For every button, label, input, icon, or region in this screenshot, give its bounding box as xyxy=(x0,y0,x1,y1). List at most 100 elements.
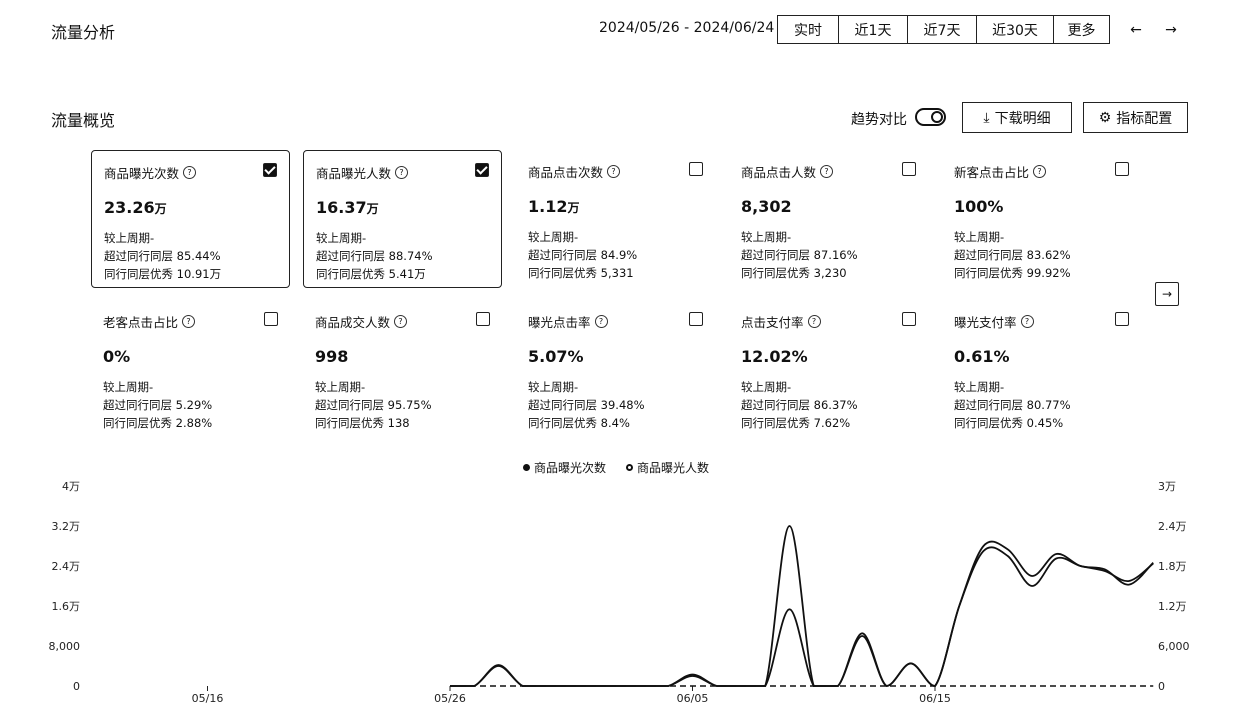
metric-checkbox[interactable] xyxy=(689,312,703,326)
x-tick-label: 05/26 xyxy=(434,692,466,704)
help-icon[interactable]: ? xyxy=(607,165,621,178)
metric-card[interactable]: 商品曝光人数? 16.37万 较上周期- 超过同行同层 88.74% 同行同层优秀 5.… xyxy=(303,150,502,288)
metric-checkbox[interactable] xyxy=(263,163,277,177)
metric-card[interactable]: 商品成交人数? 998 较上周期- 超过同行同层 95.75% 同行同层优秀 138 xyxy=(303,300,502,438)
metric-label-text: 商品成交人数 xyxy=(315,315,391,330)
metric-meta: 较上周期- 超过同行同层 95.75% 同行同层优秀 138 xyxy=(315,378,490,432)
metric-checkbox[interactable] xyxy=(264,312,278,326)
tab-1day[interactable]: 近1天 xyxy=(838,15,908,44)
metric-checkbox[interactable] xyxy=(476,312,490,326)
metric-label-text: 曝光支付率 xyxy=(954,315,1017,330)
prev-period-icon[interactable]: ← xyxy=(1124,18,1148,42)
metric-value-unit: 万 xyxy=(154,202,167,216)
metric-label: 商品曝光次数? xyxy=(104,163,277,182)
metric-card[interactable]: 新客点击占比? 100% 较上周期- 超过同行同层 83.62% 同行同层优秀 99.9… xyxy=(942,150,1141,288)
next-period-icon[interactable]: → xyxy=(1159,18,1183,42)
metric-config-button[interactable]: ⚙ 指标配置 xyxy=(1083,102,1188,133)
metric-label: 商品点击人数? xyxy=(741,162,916,181)
metric-meta: 较上周期- 超过同行同层 39.48% 同行同层优秀 8.4% xyxy=(528,378,703,432)
metric-checkbox[interactable] xyxy=(902,162,916,176)
x-tick-label: 06/15 xyxy=(919,692,951,704)
metric-peer-excellent: 同行同层优秀 2.88% xyxy=(103,416,213,430)
y-right-tick-label: 0 xyxy=(1158,680,1165,693)
help-icon[interactable]: ? xyxy=(394,315,408,328)
help-icon[interactable]: ? xyxy=(1020,315,1034,328)
y-right-tick-label: 1.8万 xyxy=(1158,560,1187,573)
y-left-tick-label: 4万 xyxy=(62,480,80,493)
metric-peer-excellent: 同行同层优秀 99.92% xyxy=(954,266,1071,280)
metric-value: 8,302 xyxy=(741,197,916,216)
metric-peer-excellent: 同行同层优秀 5.41万 xyxy=(316,267,426,281)
series-line xyxy=(449,525,1154,687)
metric-peer-rank: 超过同行同层 5.29% xyxy=(103,398,213,412)
help-icon[interactable]: ? xyxy=(183,166,197,179)
metric-value: 0.61% xyxy=(954,347,1129,366)
y-left-tick-label: 0 xyxy=(73,680,80,693)
metric-meta: 较上周期- 超过同行同层 80.77% 同行同层优秀 0.45% xyxy=(954,378,1129,432)
metric-value-number: 23.26 xyxy=(104,198,155,217)
metric-label: 曝光支付率? xyxy=(954,312,1129,331)
metric-label-text: 商品曝光人数 xyxy=(316,166,392,181)
metric-label: 老客点击占比? xyxy=(103,312,278,331)
download-label: 下载明细 xyxy=(994,110,1051,127)
metric-value-number: 12.02% xyxy=(741,347,808,366)
metric-value: 23.26万 xyxy=(104,198,277,217)
metric-card[interactable]: 商品点击人数? 8,302 较上周期- 超过同行同层 87.16% 同行同层优秀 3,2… xyxy=(729,150,928,288)
gear-icon: ⚙ xyxy=(1098,109,1112,126)
metric-checkbox[interactable] xyxy=(1115,312,1129,326)
metric-peer-excellent: 同行同层优秀 7.62% xyxy=(741,416,851,430)
date-range[interactable]: 2024/05/26 - 2024/06/24 xyxy=(599,20,774,36)
metric-value: 1.12万 xyxy=(528,197,703,216)
metric-checkbox[interactable] xyxy=(902,312,916,326)
metric-checkbox[interactable] xyxy=(689,162,703,176)
metric-card[interactable]: 商品点击次数? 1.12万较上周期- 超过同行同层 84.9% 同行同层优秀 5,33… xyxy=(516,150,715,288)
metric-checkbox[interactable] xyxy=(475,163,489,177)
help-icon[interactable]: ? xyxy=(1033,165,1047,178)
metric-value-number: 100% xyxy=(954,197,1004,216)
metric-meta: 较上周期- 超过同行同层 88.74% 同行同层优秀 5.41万 xyxy=(316,229,489,283)
metric-card[interactable]: 曝光支付率? 0.61% 较上周期- 超过同行同层 80.77% 同行同层优秀 0.45… xyxy=(942,300,1141,438)
metric-label-text: 老客点击占比 xyxy=(103,315,179,330)
metric-label: 商品成交人数? xyxy=(315,312,490,331)
metric-label: 新客点击占比? xyxy=(954,162,1129,181)
page-title: 流量分析 xyxy=(51,23,116,42)
metric-peer-rank: 超过同行同层 39.48% xyxy=(528,398,645,412)
tab-more[interactable]: 更多 xyxy=(1053,15,1110,44)
cards-next-icon[interactable]: → xyxy=(1155,282,1179,306)
metric-label: 商品点击次数? xyxy=(528,162,703,181)
metric-meta: 较上周期- 超过同行同层 87.16% 同行同层优秀 3,230 xyxy=(741,228,916,282)
help-icon[interactable]: ? xyxy=(395,166,409,179)
metric-peer-excellent: 同行同层优秀 8.4% xyxy=(528,416,630,430)
y-left-tick-label: 2.4万 xyxy=(52,560,81,573)
metric-card[interactable]: 老客点击占比? 0% 较上周期- 超过同行同层 5.29% 同行同层优秀 2.88% xyxy=(91,300,290,438)
metric-value-number: 5.07% xyxy=(528,347,584,366)
trend-compare-toggle[interactable] xyxy=(915,108,946,126)
trend-compare-label: 趋势对比 xyxy=(851,112,907,128)
help-icon[interactable]: ? xyxy=(807,315,821,328)
metric-card[interactable]: 点击支付率? 12.02% 较上周期- 超过同行同层 86.37% 同行同层优秀 7.6… xyxy=(729,300,928,438)
tab-30days[interactable]: 近30天 xyxy=(976,15,1054,44)
metric-meta: 较上周期- 超过同行同层 84.9% 同行同层优秀 5,331 xyxy=(528,228,703,282)
metric-checkbox[interactable] xyxy=(1115,162,1129,176)
metric-period-compare: 较上周期- xyxy=(528,230,579,244)
y-left-tick-label: 3.2万 xyxy=(52,520,81,533)
tab-realtime[interactable]: 实时 xyxy=(777,15,839,44)
metric-label-text: 新客点击占比 xyxy=(954,165,1030,180)
trend-chart: 0 8,000 1.6万 2.4万 3.2万 4万 0 6,000 1.2万 1.8万 2.4万 3万… xyxy=(49,480,1190,704)
metric-peer-rank: 超过同行同层 95.75% xyxy=(315,398,432,412)
help-icon[interactable]: ? xyxy=(820,165,834,178)
metric-value-number: 16.37 xyxy=(316,198,367,217)
metric-label-text: 商品点击次数 xyxy=(528,165,604,180)
metric-value-unit: 万 xyxy=(567,201,580,215)
config-label: 指标配置 xyxy=(1116,110,1173,127)
help-icon[interactable]: ? xyxy=(182,315,196,328)
download-details-button[interactable]: ⤓ 下载明细 xyxy=(962,102,1072,133)
metric-peer-excellent: 同行同层优秀 3,230 xyxy=(741,266,847,280)
metric-card[interactable]: 曝光点击率? 5.07% 较上周期- 超过同行同层 39.48% 同行同层优秀 8.4% xyxy=(516,300,715,438)
tab-7days[interactable]: 近7天 xyxy=(907,15,977,44)
toggle-knob xyxy=(931,111,943,123)
metric-card[interactable]: 商品曝光次数? 23.26万 较上周期- 超过同行同层 85.44% 同行同层优秀 10… xyxy=(91,150,290,288)
metric-meta: 较上周期- 超过同行同层 5.29% 同行同层优秀 2.88% xyxy=(103,378,278,432)
help-icon[interactable]: ? xyxy=(594,315,608,328)
metric-peer-rank: 超过同行同层 88.74% xyxy=(316,249,433,263)
